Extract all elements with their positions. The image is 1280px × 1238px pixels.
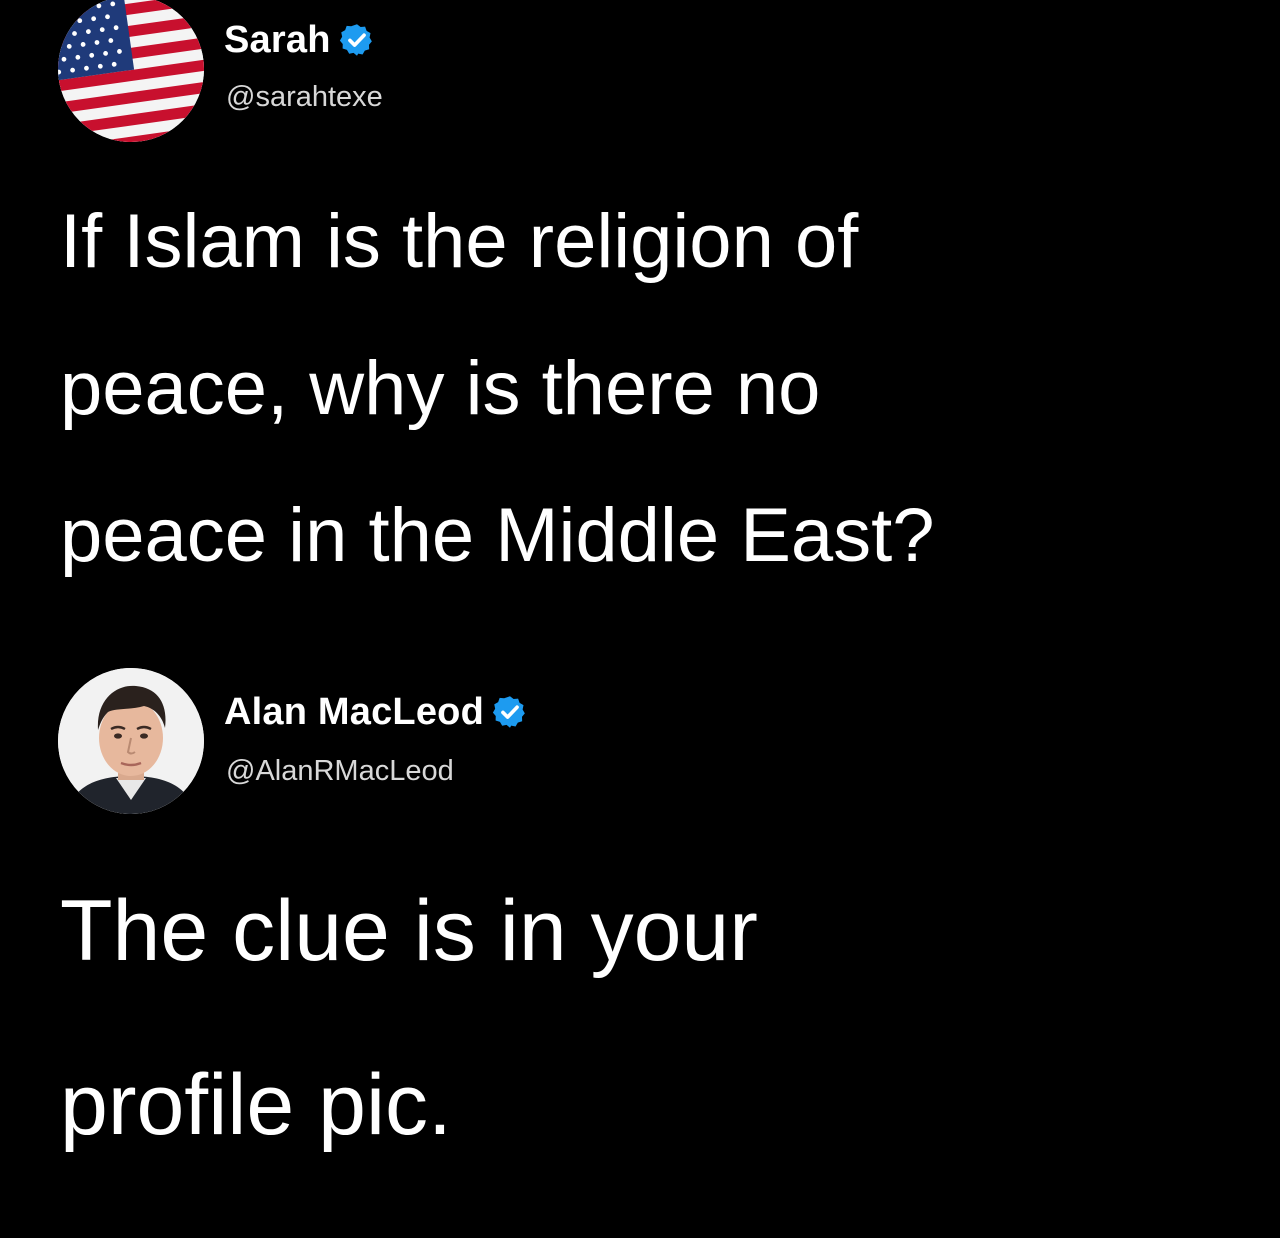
tweet-text: The clue is in your profile pic. bbox=[60, 844, 1240, 1192]
user-handle[interactable]: @sarahtexe bbox=[226, 80, 383, 114]
avatar-man-portrait[interactable] bbox=[58, 668, 204, 814]
tweet-text-line: profile pic. bbox=[60, 1057, 452, 1153]
tweet-text-line: If Islam is the religion of bbox=[60, 199, 859, 284]
american-flag-icon bbox=[58, 0, 204, 142]
man-portrait-icon bbox=[58, 668, 204, 814]
avatar-american-flag[interactable] bbox=[58, 0, 204, 142]
tweet-text-line: The clue is in your bbox=[60, 883, 758, 979]
verified-badge-icon bbox=[339, 22, 375, 58]
display-name[interactable]: Alan MacLeod bbox=[224, 690, 484, 734]
tweet-text-line: peace, why is there no bbox=[60, 346, 821, 431]
tweet-text-line: peace in the Middle East? bbox=[60, 493, 935, 578]
verified-badge-icon bbox=[492, 694, 528, 730]
author-name-row: Sarah bbox=[224, 18, 375, 62]
display-name[interactable]: Sarah bbox=[224, 18, 331, 62]
user-handle[interactable]: @AlanRMacLeod bbox=[226, 754, 454, 788]
author-name-row: Alan MacLeod bbox=[224, 690, 528, 734]
tweet-text: If Islam is the religion of peace, why i… bbox=[60, 168, 1240, 609]
